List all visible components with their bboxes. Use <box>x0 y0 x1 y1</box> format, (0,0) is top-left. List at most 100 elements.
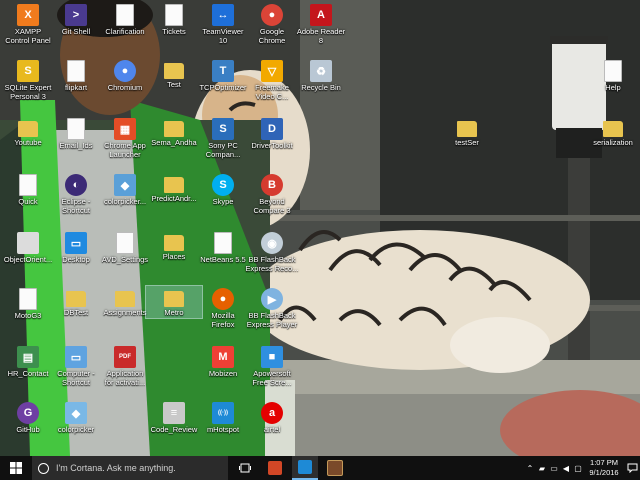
desktop-icon-label: PredictAndr... <box>151 194 197 203</box>
desktop-icon-label: Tickets <box>162 27 186 36</box>
desktop-icon-beyond-compare-3[interactable]: B Beyond Compare 3 <box>244 172 300 215</box>
desktop-icon-teamviewer-10[interactable]: ↔ TeamViewer 10 <box>195 2 251 45</box>
desktop-icon-mobizen[interactable]: M Mobizen <box>195 344 251 379</box>
task-view-icon <box>239 463 251 473</box>
git-shell-icon: > <box>65 4 87 26</box>
desktop-icon-places[interactable]: Places <box>146 230 202 262</box>
system-clock[interactable]: 1:07 PM 9/1/2016 <box>584 458 624 478</box>
desktop-icon-tcpoptimizer[interactable]: T TCPOptimizer <box>195 58 251 93</box>
desktop-icon-mozilla-firefox[interactable]: ● Mozilla Firefox <box>195 286 251 329</box>
chromium-icon: ● <box>114 60 136 82</box>
desktop-icon-computer-shortcut[interactable]: ▭ Computer - Shortcut <box>48 344 104 387</box>
network-icon[interactable]: ▰ <box>536 456 548 480</box>
desktop-icon-bb-flashback-express-player[interactable]: ▶ BB FlashBack Express Player <box>244 286 300 329</box>
cortana-icon <box>38 462 49 474</box>
pdf-icon: PDF <box>114 346 136 368</box>
desktop-icon-label: Email_Ids <box>59 141 93 150</box>
desktop-icon-application-for-activati[interactable]: PDF Application for activati... <box>97 344 153 387</box>
desktop-icon-eclipse-shortcut[interactable]: ◐ Eclipse - Shortcut <box>48 172 104 215</box>
desktop-icon-skype[interactable]: S Skype <box>195 172 251 207</box>
start-button[interactable] <box>0 456 32 480</box>
desktop-shortcut-icon: ▭ <box>65 232 87 254</box>
desktop-icons: X XAMPP Control Panel > Git Shell Clarificat… <box>0 0 640 456</box>
desktop-icon-adobe-reader-8[interactable]: A Adobe Reader 8 <box>293 2 349 45</box>
desktop-icon-testser[interactable]: testSer <box>439 116 495 148</box>
desktop-icon-freemake-video-c[interactable]: ▽ Freemake Video C... <box>244 58 300 101</box>
desktop-icon-desktop[interactable]: ▭ Desktop <box>48 230 104 265</box>
folder-icon <box>164 235 184 251</box>
tcpoptimizer-icon: T <box>212 60 234 82</box>
folder-icon <box>164 63 184 79</box>
object-orient-icon <box>17 232 39 254</box>
desktop-icon-airtel[interactable]: a airtel <box>244 400 300 435</box>
desktop-icon-label: Code_Review <box>150 425 198 434</box>
desktop-icon-label: DriverToolkit <box>251 141 293 150</box>
desktop-icon-email-ids[interactable]: Email_Ids <box>48 116 104 151</box>
desktop-icon-colorpicker[interactable]: ◆ colorpicker <box>48 400 104 435</box>
folder-icon <box>603 121 623 137</box>
desktop-icon-chromium[interactable]: ● Chromium <box>97 58 153 93</box>
desktop-icon-avd-settings[interactable]: AVD_Settings <box>97 230 153 265</box>
desktop-icon-git-shell[interactable]: > Git Shell <box>48 2 104 37</box>
adobe-reader-icon: A <box>310 4 332 26</box>
document-icon <box>116 4 134 26</box>
taskbar-app-mhotspot[interactable] <box>292 456 318 480</box>
folder-icon <box>18 121 38 137</box>
volume-icon[interactable]: ◀ <box>560 456 572 480</box>
desktop-icon-apowersoft-free-scre[interactable]: ■ Apowersoft Free Scre... <box>244 344 300 387</box>
airtel-icon: a <box>261 402 283 424</box>
action-center-button[interactable] <box>624 456 640 480</box>
desktop-icon-label: Places <box>162 252 186 261</box>
desktop-icon-label: TCPOptimizer <box>199 83 247 92</box>
desktop-icon-predictandr[interactable]: PredictAndr... <box>146 172 202 204</box>
desktop-icon-netbeans-5-5[interactable]: NetBeans 5.5 <box>195 230 251 265</box>
task-view-button[interactable] <box>232 456 258 480</box>
desktop-icon-dbtest[interactable]: DBTest <box>48 286 104 318</box>
cortana-search-placeholder: I'm Cortana. Ask me anything. <box>56 463 176 473</box>
desktop-icon-label: BB FlashBack Express Player <box>246 311 298 329</box>
show-hidden-icons-chevron-icon[interactable]: ⌃ <box>524 456 536 480</box>
folder-icon <box>66 291 86 307</box>
desktop-icon-label: Computer - Shortcut <box>57 369 95 387</box>
desktop-icon-recycle-bin[interactable]: ♻ Recycle Bin <box>293 58 349 93</box>
desktop-icon-label: BB FlashBack Express Reco... <box>245 255 299 273</box>
message-icon[interactable]: ▢ <box>572 456 584 480</box>
desktop-icon-chrome-app-launcher[interactable]: ▦ Chrome App Launcher <box>97 116 153 159</box>
desktop-icon-bb-flashback-express-reco[interactable]: ◉ BB FlashBack Express Reco... <box>244 230 300 273</box>
keyboard-icon[interactable]: ▭ <box>548 456 560 480</box>
desktop-icon-label: Mobizen <box>208 369 238 378</box>
desktop-icon-tickets[interactable]: Tickets <box>146 2 202 37</box>
desktop-icon-label: Metro <box>164 308 184 317</box>
colorpicker-icon: ◆ <box>114 174 136 196</box>
spreadsheet-icon: ▤ <box>17 346 39 368</box>
desktop-icon-colorpicker[interactable]: ◆ colorpicker... <box>97 172 153 207</box>
beyond-compare-icon: B <box>261 174 283 196</box>
taskbar-app-game[interactable] <box>322 456 348 480</box>
desktop-icon-sony-pc-compan[interactable]: S Sony PC Compan... <box>195 116 251 159</box>
desktop-icon-sema-andha[interactable]: Sema_Andha <box>146 116 202 148</box>
desktop-icon-google-chrome[interactable]: ● Google Chrome <box>244 2 300 45</box>
desktop-icon-clarification[interactable]: Clarification <box>97 2 153 37</box>
desktop-icon-label: Git Shell <box>61 27 91 36</box>
document-icon <box>604 60 622 82</box>
desktop-icon-test[interactable]: Test <box>146 58 202 90</box>
system-tray: ⌃ ▰ ▭ ◀ ▢ 1:07 PM 9/1/2016 <box>524 456 640 480</box>
cortana-search-box[interactable]: I'm Cortana. Ask me anything. <box>32 456 228 480</box>
colorpicker-icon: ◆ <box>65 402 87 424</box>
bb-flashback-recorder-icon: ◉ <box>261 232 283 254</box>
desktop-icon-label: Assignments <box>103 308 147 317</box>
desktop-icon-label: Freemake Video C... <box>255 83 289 101</box>
desktop-icon-drivertoolkit[interactable]: D DriverToolkit <box>244 116 300 151</box>
desktop-icon-serialization[interactable]: serialization <box>585 116 640 148</box>
document-icon <box>19 174 37 196</box>
desktop-icon-help[interactable]: Help <box>585 58 640 93</box>
desktop-icon-code-review[interactable]: ≡ Code_Review <box>146 400 202 435</box>
desktop-icon-mhotspot[interactable]: ((·)) mHotspot <box>195 400 251 435</box>
desktop-icon-metro[interactable]: Metro <box>145 285 203 319</box>
clock-time: 1:07 PM <box>590 458 618 467</box>
desktop-icon-label: DBTest <box>63 308 89 317</box>
taskbar-app-powerpoint[interactable] <box>262 456 288 480</box>
drivertoolkit-icon: D <box>261 118 283 140</box>
desktop-icon-flipkart[interactable]: flipkart <box>48 58 104 93</box>
desktop-icon-assignments[interactable]: Assignments <box>97 286 153 318</box>
